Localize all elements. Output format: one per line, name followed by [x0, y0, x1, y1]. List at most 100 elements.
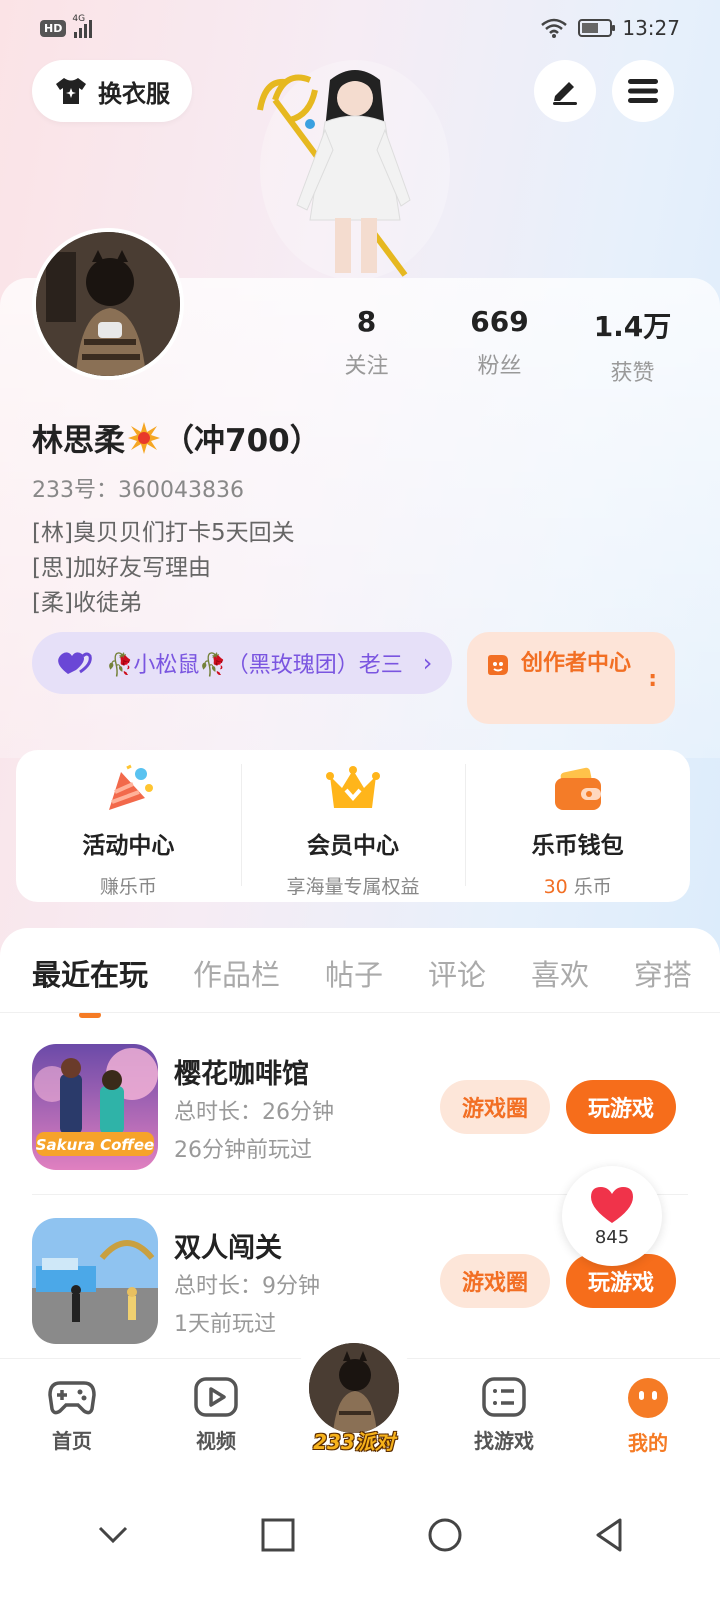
tab-recently-played[interactable]: 最近在玩	[32, 952, 148, 994]
quick-subtitle: 30 乐币	[544, 872, 612, 899]
party-avatar-button[interactable]	[306, 1340, 402, 1436]
more-dots-icon: :	[648, 667, 657, 692]
status-bar: HD 4G 13:27	[0, 0, 720, 56]
heart-icon	[591, 1186, 633, 1223]
stat-likes[interactable]: 1.4万 获赞	[566, 305, 699, 387]
stat-label: 关注	[344, 354, 389, 379]
tab-likes[interactable]: 喜欢	[531, 952, 589, 994]
square-recents-icon[interactable]	[261, 1518, 295, 1552]
game-circle-button[interactable]: 游戏圈	[440, 1254, 550, 1308]
party-label: 233派对	[313, 1430, 395, 1454]
wifi-icon	[541, 18, 568, 38]
quick-title: 乐币钱包	[531, 833, 624, 859]
party-avatar-photo	[309, 1343, 399, 1433]
circle-home-icon[interactable]	[427, 1517, 463, 1553]
quick-subtitle: 享海量专属权益	[286, 876, 420, 898]
nav-mine[interactable]: 我的	[576, 1359, 720, 1470]
crown-icon	[326, 766, 380, 808]
game-circle-button[interactable]: 游戏圈	[440, 1080, 550, 1134]
like-count: 845	[594, 1226, 630, 1248]
creator-center-label: 创作者中心	[521, 651, 632, 676]
wallet-icon	[554, 767, 601, 810]
tshirt-icon	[56, 78, 86, 104]
game-last-played: 26分钟前玩过	[174, 1138, 312, 1163]
stat-value: 1.4万	[593, 310, 672, 343]
hd-badge: HD	[40, 19, 67, 37]
game-title: 樱花咖啡馆	[174, 1059, 309, 1090]
menu-button[interactable]	[612, 60, 674, 122]
stat-label: 获赞	[610, 361, 655, 386]
triangle-back-icon[interactable]	[594, 1517, 624, 1553]
tab-outfits[interactable]: 穿搭	[634, 952, 692, 994]
name-suffix: （冲700）	[163, 423, 321, 459]
profile-tabs: 最近在玩 作品栏 帖子 评论 喜欢 穿搭	[32, 952, 692, 994]
game-logo-text: Sakura Coffee	[36, 1136, 154, 1154]
quick-access-card: 活动中心 赚乐币 会员中心 享海量专属权益 乐币钱包 30 乐币	[16, 750, 690, 902]
game-icon-sakura-coffee[interactable]: Sakura Coffee	[32, 1044, 158, 1170]
profile-bio: [林]臭贝贝们打卡5天回关 [思]加好友写理由 [柔]收徒弟	[32, 516, 295, 621]
network-type: 4G	[72, 14, 86, 24]
quick-title: 会员中心	[307, 833, 399, 859]
nav-label: 首页	[52, 1429, 92, 1453]
system-navigation-bar	[0, 1470, 720, 1600]
gamepad-icon	[48, 1381, 96, 1415]
stat-following[interactable]: 8 关注	[300, 305, 433, 387]
profile-name: 林思柔 （冲700）	[32, 415, 321, 460]
game-list-item[interactable]: Sakura Coffee 樱花咖啡馆 总时长：26分钟 26分钟前玩过 游戏圈…	[32, 1044, 688, 1172]
bio-line: [思]加好友写理由	[32, 555, 211, 581]
change-outfit-button[interactable]: 换衣服	[32, 60, 192, 122]
avatar-photo	[36, 232, 180, 376]
quick-title: 活动中心	[82, 833, 175, 859]
game-duration: 总时长：26分钟	[174, 1100, 334, 1125]
play-game-button[interactable]: 玩游戏	[566, 1080, 676, 1134]
pen-icon	[553, 82, 577, 105]
nav-label: 我的	[628, 1431, 668, 1455]
explosion-emoji-icon	[128, 421, 160, 454]
game-title: 双人闯关	[174, 1233, 282, 1264]
coin-wallet[interactable]: 乐币钱包 30 乐币	[465, 750, 690, 902]
list-icon	[482, 1377, 526, 1417]
stat-value: 669	[470, 305, 529, 338]
coin-balance: 30	[543, 876, 568, 898]
party-popper-icon	[109, 764, 154, 810]
tab-posts[interactable]: 帖子	[325, 952, 383, 994]
chevron-down-icon[interactable]	[96, 1524, 130, 1546]
nav-video[interactable]: 视频	[144, 1359, 288, 1470]
bio-line: [柔]收徒弟	[32, 590, 142, 616]
hamburger-menu-icon	[628, 79, 658, 103]
family-group-link[interactable]: 🥀小松鼠🥀（黑玫瑰团）老三 ›	[32, 632, 452, 694]
game-last-played: 1天前玩过	[174, 1312, 276, 1337]
stat-label: 粉丝	[477, 354, 522, 379]
floating-like-button[interactable]: 845	[562, 1166, 662, 1266]
creator-center-button[interactable]: 创作者中心 :	[467, 632, 675, 724]
clock: 13:27	[622, 16, 680, 40]
face-icon	[628, 1378, 668, 1418]
activity-center[interactable]: 活动中心 赚乐币	[16, 750, 241, 902]
tab-works[interactable]: 作品栏	[193, 952, 280, 994]
stat-followers[interactable]: 669 粉丝	[433, 305, 566, 387]
vip-center[interactable]: 会员中心 享海量专属权益	[240, 750, 466, 902]
stat-value: 8	[356, 305, 377, 338]
3d-avatar-character[interactable]	[255, 60, 455, 280]
game-duration: 总时长：9分钟	[174, 1274, 320, 1299]
edit-profile-button[interactable]	[534, 60, 596, 122]
nav-label: 视频	[196, 1429, 236, 1453]
cellular-signal-icon: 4G	[72, 14, 93, 38]
tabs-divider	[0, 1012, 720, 1013]
profile-stats: 8 关注 669 粉丝 1.4万 获赞	[300, 305, 700, 387]
game-icon-duo-challenge[interactable]	[32, 1218, 158, 1344]
double-heart-icon	[58, 652, 92, 674]
coin-unit: 乐币	[567, 876, 612, 898]
bio-line: [林]臭贝贝们打卡5天回关	[32, 520, 295, 546]
profile-avatar[interactable]	[32, 228, 184, 380]
nav-find-games[interactable]: 找游戏	[432, 1359, 576, 1470]
quick-subtitle: 赚乐币	[99, 876, 157, 898]
name-text: 林思柔	[32, 423, 125, 459]
battery-icon	[578, 19, 616, 37]
user-id[interactable]: 233号：360043836	[32, 472, 244, 504]
creator-icon	[488, 655, 508, 675]
video-icon	[194, 1377, 238, 1417]
tab-comments[interactable]: 评论	[428, 952, 486, 994]
nav-label: 找游戏	[474, 1429, 534, 1453]
nav-home[interactable]: 首页	[0, 1359, 144, 1470]
